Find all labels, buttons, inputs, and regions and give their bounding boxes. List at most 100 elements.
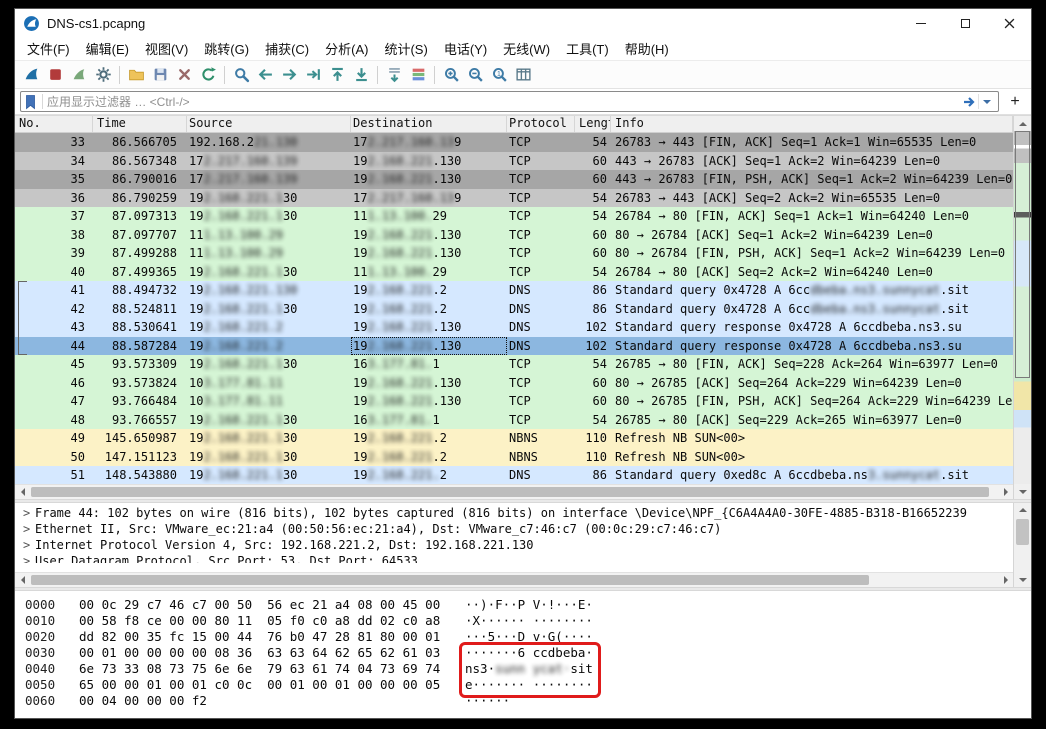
column-header-protocol[interactable]: Protocol [507,116,575,132]
menu-item[interactable]: 工具(T) [558,37,617,60]
go-back-icon[interactable] [253,63,277,86]
details-scroll-right-icon[interactable] [998,573,1013,587]
bookmark-icon[interactable] [24,94,38,110]
detail-line[interactable]: >Frame 44: 102 bytes on wire (816 bits),… [21,505,1013,521]
packet-row[interactable]: 3987.499288111.13.100.29192.168.221.130T… [15,244,1013,263]
packet-row[interactable]: 4388.530641192.168.221.2192.168.221.130D… [15,318,1013,337]
packet-row[interactable]: 3787.097313192.168.221.130111.13.100.29T… [15,207,1013,226]
packet-row[interactable]: 4087.499365192.168.221.130111.13.100.29T… [15,263,1013,282]
scroll-left-arrow-icon[interactable] [15,485,30,499]
menu-item[interactable]: 捕获(C) [257,37,317,60]
detail-line[interactable]: >Ethernet II, Src: VMware_ec:21:a4 (00:5… [21,521,1013,537]
details-vscrollbar[interactable] [1013,503,1031,587]
restart-capture-icon[interactable] [67,63,91,86]
stop-capture-icon[interactable] [43,63,67,86]
scroll-down-arrow-icon[interactable] [1014,484,1031,499]
menu-item[interactable]: 无线(W) [495,37,558,60]
menu-item[interactable]: 帮助(H) [617,37,677,60]
resize-columns-icon[interactable] [511,63,535,86]
reload-file-icon[interactable] [196,63,220,86]
scrollbar-minimap[interactable] [1014,131,1031,484]
packet-list-hscrollbar[interactable] [15,484,1013,499]
packet-row[interactable]: 4793.766484103.177.81.11192.168.221.130T… [15,392,1013,411]
menu-item[interactable]: 编辑(E) [78,37,137,60]
hex-line[interactable]: 006000 04 00 00 00 f2······ [25,693,1031,709]
colorize-icon[interactable] [406,63,430,86]
details-scroll-down-icon[interactable] [1014,573,1031,587]
close-button[interactable] [987,9,1031,37]
save-file-icon[interactable] [148,63,172,86]
packet-list-vscrollbar[interactable] [1013,116,1031,499]
destination-cell: 192.168.221.130 [351,152,507,171]
scroll-right-arrow-icon[interactable] [998,485,1013,499]
details-hscrollbar[interactable] [15,572,1013,587]
hex-line[interactable]: 000000 0c 29 c7 46 c7 00 50 56 ec 21 a4 … [25,597,1031,613]
time-cell: 86.790259 [93,189,187,208]
hex-line[interactable]: 003000 01 00 00 00 00 08 36 63 63 64 62 … [25,645,1031,661]
destination-cell: 192.168.221.2 [351,429,507,448]
column-header-destination[interactable]: Destination [351,116,507,132]
column-header-time[interactable]: Time [93,116,187,132]
packet-row[interactable]: 4288.524811192.168.221.130192.168.221.2D… [15,300,1013,319]
menu-item[interactable]: 文件(F) [19,37,78,60]
packet-row[interactable]: 4893.766557192.168.221.130163.177.81.1TC… [15,411,1013,430]
hex-line[interactable]: 005065 00 00 01 00 01 c0 0c 00 01 00 01 … [25,677,1031,693]
minimize-button[interactable] [899,9,943,37]
close-file-icon[interactable] [172,63,196,86]
packet-row[interactable]: 49145.650987192.168.221.130192.168.221.2… [15,429,1013,448]
detail-line[interactable]: >User Datagram Protocol, Src Port: 53, D… [21,553,1013,563]
zoom-out-icon[interactable] [463,63,487,86]
start-capture-icon[interactable] [19,63,43,86]
packet-row[interactable]: 4693.573824103.177.81.11192.168.221.130T… [15,374,1013,393]
menu-item[interactable]: 视图(V) [137,37,196,60]
hex-line[interactable]: 001000 58 f8 ce 00 00 80 11 05 f0 c0 a8 … [25,613,1031,629]
hex-line[interactable]: 00406e 73 33 08 73 75 6e 6e 79 63 61 74 … [25,661,1031,677]
go-last-icon[interactable] [349,63,373,86]
details-scroll-up-icon[interactable] [1014,503,1031,517]
packet-row[interactable]: 3686.790259192.168.221.130172.217.160.13… [15,189,1013,208]
hscroll-thumb[interactable] [31,487,989,497]
packet-row[interactable]: 3386.566705192.168.221.130172.217.160.13… [15,133,1013,152]
packet-row[interactable]: 4488.587284192.168.221.2192.168.221.130D… [15,337,1013,356]
menu-item[interactable]: 跳转(G) [196,37,257,60]
go-forward-icon[interactable] [277,63,301,86]
column-header-source[interactable]: Source [187,116,351,132]
hex-line[interactable]: 0020dd 82 00 35 fc 15 00 44 76 b0 47 28 … [25,629,1031,645]
go-to-packet-icon[interactable] [301,63,325,86]
column-header-no[interactable]: No. [15,116,93,132]
display-filter-input[interactable]: 应用显示过滤器 … <Ctrl-/> [20,91,999,112]
expand-arrow-icon[interactable]: > [21,537,35,553]
auto-scroll-icon[interactable] [382,63,406,86]
capture-options-icon[interactable] [91,63,115,86]
maximize-button[interactable] [943,9,987,37]
open-file-icon[interactable] [124,63,148,86]
zoom-in-icon[interactable] [439,63,463,86]
details-scroll-left-icon[interactable] [15,573,30,587]
menu-item[interactable]: 电话(Y) [436,37,495,60]
menu-item[interactable]: 统计(S) [376,37,435,60]
vscroll-thumb[interactable] [1015,131,1030,378]
packet-row[interactable]: 50147.151123192.168.221.130192.168.221.2… [15,448,1013,467]
expand-arrow-icon[interactable]: > [21,505,35,521]
packet-row[interactable]: 3887.097707111.13.100.29192.168.221.130T… [15,226,1013,245]
column-header-length[interactable]: Length [575,116,611,132]
go-first-icon[interactable] [325,63,349,86]
add-filter-button[interactable]: + [1004,91,1026,112]
packet-row[interactable]: 4593.573309192.168.221.130163.177.81.1TC… [15,355,1013,374]
packet-row[interactable]: 51148.543880192.168.221.130192.168.221.2… [15,466,1013,484]
details-vscroll-thumb[interactable] [1016,519,1029,545]
expand-arrow-icon[interactable]: > [21,521,35,537]
filter-dropdown-caret[interactable] [978,94,995,109]
detail-line[interactable]: >Internet Protocol Version 4, Src: 192.1… [21,537,1013,553]
packet-row[interactable]: 4188.494732192.168.221.130192.168.221.2D… [15,281,1013,300]
apply-filter-icon[interactable] [962,94,978,110]
zoom-original-icon[interactable]: 1 [487,63,511,86]
packet-row[interactable]: 3486.567348172.217.160.139192.168.221.13… [15,152,1013,171]
details-hscroll-thumb[interactable] [31,575,869,585]
packet-row[interactable]: 3586.790016172.217.160.139192.168.221.13… [15,170,1013,189]
expand-arrow-icon[interactable]: > [21,553,35,563]
scroll-up-arrow-icon[interactable] [1014,116,1031,131]
column-header-info[interactable]: Info [611,116,1013,132]
menu-item[interactable]: 分析(A) [317,37,376,60]
find-packet-icon[interactable] [229,63,253,86]
